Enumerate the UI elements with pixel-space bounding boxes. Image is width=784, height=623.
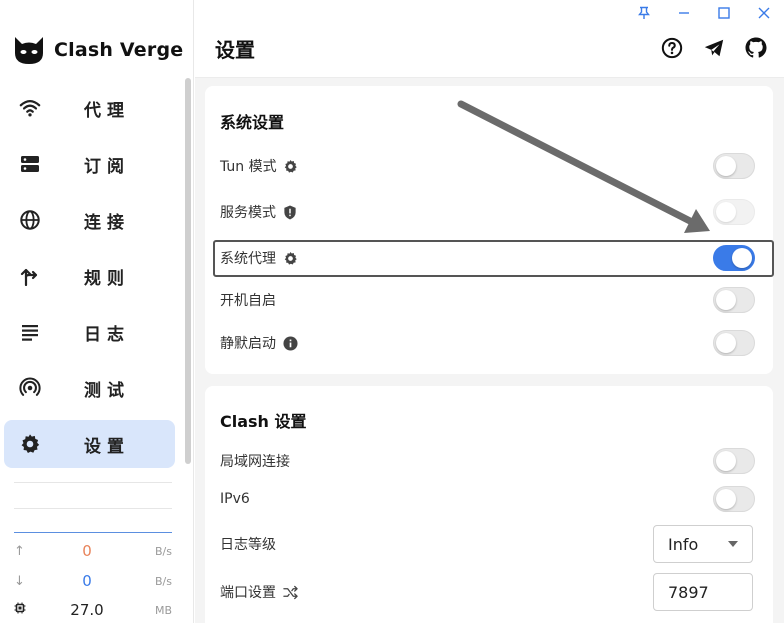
- tun-mode-switch[interactable]: [713, 153, 755, 179]
- setting-label: 静默启动: [220, 336, 276, 352]
- app-name: Clash Verge: [54, 39, 184, 61]
- list-icon: [18, 320, 42, 344]
- sidebar-nav: 代理 订阅 连接 规则 日志 测试 设置: [4, 84, 175, 476]
- setting-row-tun: Tun 模式: [205, 148, 773, 184]
- setting-label: Tun 模式: [220, 159, 277, 175]
- download-speed: ↓ 0 B/s: [14, 571, 174, 591]
- ipv6-switch[interactable]: [713, 486, 755, 512]
- pin-icon[interactable]: [624, 0, 664, 26]
- setting-row-lan: 局域网连接: [205, 443, 773, 479]
- port-value: 7897: [668, 582, 709, 602]
- fork-icon: [18, 264, 42, 288]
- upload-unit: B/s: [155, 544, 172, 558]
- system-settings-card: 系统设置 Tun 模式 服务模式 系统代理 开机自启 静默启动: [205, 86, 773, 374]
- header-actions: [660, 36, 768, 60]
- upload-value: 0: [82, 542, 92, 560]
- sidebar-scrollbar[interactable]: [185, 78, 191, 464]
- sidebar-item-logs[interactable]: 日志: [4, 308, 175, 356]
- gear-icon[interactable]: [283, 158, 299, 174]
- shield-icon[interactable]: [282, 204, 298, 220]
- setting-label: 系统代理: [220, 251, 276, 267]
- help-icon[interactable]: [660, 36, 684, 60]
- sidebar-item-label: 连接: [84, 212, 130, 233]
- silent-start-switch[interactable]: [713, 330, 755, 356]
- sidebar-item-label: 规则: [84, 268, 130, 289]
- close-icon[interactable]: [744, 0, 784, 26]
- page-title: 设置: [215, 38, 255, 62]
- upload-speed: ↑ 0 B/s: [14, 541, 174, 561]
- memory-unit: MB: [154, 603, 172, 617]
- sidebar-item-label: 代理: [84, 100, 130, 121]
- setting-row-service: 服务模式: [205, 194, 773, 230]
- sidebar-item-label: 订阅: [84, 156, 130, 177]
- globe-icon: [18, 208, 42, 232]
- setting-label: 端口设置: [220, 585, 276, 601]
- chip-icon: [14, 602, 32, 618]
- setting-row-autostart: 开机自启: [205, 282, 773, 318]
- download-unit: B/s: [155, 574, 172, 588]
- sidebar: Clash Verge 代理 订阅 连接 规则 日志 测试 设置 ↑ 0 B/s…: [0, 0, 194, 623]
- memory-value: 27.0: [70, 601, 104, 619]
- wifi-icon: [18, 96, 42, 120]
- setting-row-log-level: 日志等级 Info: [205, 525, 773, 563]
- setting-row-system-proxy: 系统代理: [205, 240, 773, 276]
- sidebar-item-proxy[interactable]: 代理: [4, 84, 175, 132]
- window-controls: [624, 0, 784, 26]
- caret-down-icon: [728, 541, 738, 547]
- divider: [14, 508, 172, 509]
- shuffle-icon[interactable]: [282, 584, 298, 600]
- header: 设置: [195, 0, 784, 78]
- select-value: Info: [668, 534, 699, 554]
- sidebar-item-label: 测试: [84, 380, 130, 401]
- cat-logo-icon: [15, 37, 43, 64]
- brand: Clash Verge: [12, 32, 183, 68]
- sidebar-item-label: 日志: [84, 324, 130, 345]
- setting-label: 局域网连接: [220, 454, 290, 470]
- traffic-graph-line: [14, 532, 172, 533]
- setting-label: 日志等级: [220, 537, 276, 553]
- maximize-icon[interactable]: [704, 0, 744, 26]
- server-icon: [18, 152, 42, 176]
- setting-row-ipv6: IPv6: [205, 481, 773, 517]
- info-icon[interactable]: [282, 335, 298, 351]
- setting-label: 服务模式: [220, 205, 276, 221]
- minimize-icon[interactable]: [664, 0, 704, 26]
- sidebar-item-subscriptions[interactable]: 订阅: [4, 140, 175, 188]
- sidebar-item-rules[interactable]: 规则: [4, 252, 175, 300]
- autostart-switch[interactable]: [713, 287, 755, 313]
- sidebar-item-connections[interactable]: 连接: [4, 196, 175, 244]
- telegram-icon[interactable]: [702, 36, 726, 60]
- sidebar-item-settings[interactable]: 设置: [4, 420, 175, 468]
- setting-label: 开机自启: [220, 293, 276, 309]
- setting-row-silent-start: 静默启动: [205, 325, 773, 361]
- clash-settings-card: Clash 设置 局域网连接 IPv6 日志等级 Info 端口设置 7897: [205, 386, 773, 623]
- divider: [14, 482, 172, 483]
- arrow-up-icon: ↑: [14, 543, 25, 559]
- gear-icon: [18, 432, 42, 456]
- log-level-select[interactable]: Info: [653, 525, 753, 563]
- setting-row-port: 端口设置 7897: [205, 573, 773, 611]
- gear-icon[interactable]: [282, 250, 298, 266]
- service-mode-switch[interactable]: [713, 199, 755, 225]
- port-input[interactable]: 7897: [653, 573, 753, 611]
- card-title: Clash 设置: [220, 412, 307, 431]
- setting-label: IPv6: [220, 491, 250, 507]
- arrow-down-icon: ↓: [14, 573, 25, 589]
- main-content: 设置 系统设置 Tun 模式 服务模式 系统代理 开机自启 静默启动 Clash…: [195, 0, 784, 623]
- github-icon[interactable]: [744, 36, 768, 60]
- sidebar-item-label: 设置: [84, 436, 130, 457]
- sidebar-item-test[interactable]: 测试: [4, 364, 175, 412]
- signal-icon: [18, 376, 42, 400]
- lan-switch[interactable]: [713, 448, 755, 474]
- download-value: 0: [82, 572, 92, 590]
- card-title: 系统设置: [220, 113, 285, 132]
- memory-usage: 27.0 MB: [14, 600, 174, 620]
- system-proxy-switch[interactable]: [713, 245, 755, 271]
